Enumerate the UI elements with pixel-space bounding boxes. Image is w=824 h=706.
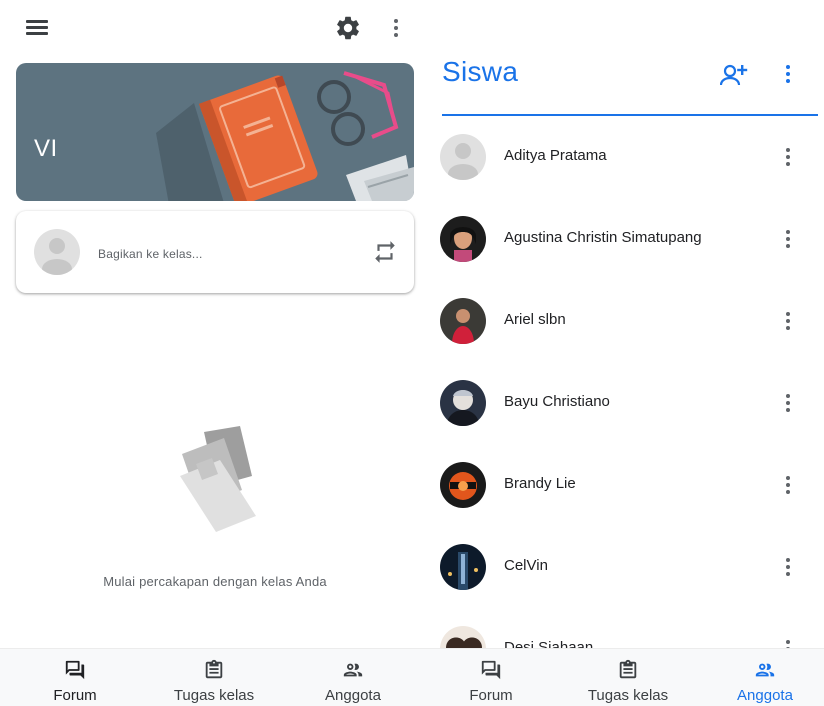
nav-people[interactable]: Anggota: [298, 649, 408, 706]
default-person-icon: [42, 238, 72, 275]
student-more-icon[interactable]: [780, 226, 796, 252]
forum-icon: [64, 659, 86, 681]
nav-label: Anggota: [737, 687, 793, 704]
empty-stream-icon: [160, 420, 270, 540]
more-options-icon[interactable]: [388, 16, 404, 40]
student-row[interactable]: Bayu Christiano: [430, 362, 824, 444]
student-name: Ariel slbn: [504, 311, 566, 328]
student-more-icon[interactable]: [780, 472, 796, 498]
student-name: Bayu Christiano: [504, 393, 610, 410]
classwork-icon: [203, 659, 225, 681]
nav-forum[interactable]: Forum: [436, 649, 546, 706]
student-row[interactable]: Aditya Pratama: [430, 116, 824, 198]
nav-label: Tugas kelas: [587, 687, 669, 704]
student-name: Agustina Christin Simatupang: [504, 229, 702, 246]
nav-people[interactable]: Anggota: [710, 649, 820, 706]
settings-gear-icon[interactable]: [334, 14, 362, 42]
nav-forum[interactable]: Forum: [20, 649, 130, 706]
people-icon: [342, 659, 364, 681]
student-row[interactable]: Agustina Christin Simatupang: [430, 198, 824, 280]
student-name: CelVin: [504, 557, 548, 574]
student-more-icon[interactable]: [780, 308, 796, 334]
nav-classwork[interactable]: Tugas kelas: [154, 649, 274, 706]
bottom-navigation: Forum Tugas kelas Anggota: [430, 648, 824, 706]
empty-state-text: Mulai percakapan dengan kelas Anda: [103, 574, 327, 589]
nav-label: Forum: [469, 687, 513, 704]
classwork-icon: [617, 659, 639, 681]
student-row[interactable]: CelVin: [430, 526, 824, 608]
students-section-title: Siswa: [442, 56, 519, 87]
top-app-bar: [0, 0, 430, 56]
share-placeholder[interactable]: Bagikan ke kelas...: [98, 247, 203, 261]
nav-label: Anggota: [325, 687, 381, 704]
class-name: VI: [34, 135, 58, 162]
student-more-icon[interactable]: [780, 554, 796, 580]
nav-label: Tugas kelas: [173, 687, 255, 704]
student-photo-avatar: [440, 298, 486, 344]
default-person-icon: [440, 134, 486, 180]
invite-student-icon[interactable]: [719, 62, 748, 88]
menu-icon[interactable]: [26, 20, 48, 36]
student-more-icon[interactable]: [780, 390, 796, 416]
student-row[interactable]: Ariel slbn: [430, 280, 824, 362]
class-stream-screen: VI Bagikan ke kelas... Mulai percakapan …: [0, 0, 430, 706]
more-options-icon[interactable]: [780, 62, 796, 86]
share-with-class-card[interactable]: Bagikan ke kelas...: [16, 211, 414, 293]
class-banner[interactable]: VI: [16, 63, 414, 201]
nav-label: Forum: [53, 687, 97, 704]
nav-classwork[interactable]: Tugas kelas: [568, 649, 688, 706]
people-screen: Siswa Aditya Pratama Agustina Christin S…: [430, 0, 824, 706]
student-name: Brandy Lie: [504, 475, 576, 492]
banner-illustration: [156, 71, 414, 201]
student-photo-avatar: [440, 544, 486, 590]
student-photo-avatar: [440, 462, 486, 508]
student-name: Aditya Pratama: [504, 147, 607, 164]
people-icon: [754, 659, 776, 681]
student-row[interactable]: Brandy Lie: [430, 444, 824, 526]
repost-icon[interactable]: [372, 239, 398, 265]
student-photo-avatar: [440, 216, 486, 262]
bottom-navigation: Forum Tugas kelas Anggota: [0, 648, 430, 706]
student-photo-avatar: [440, 380, 486, 426]
student-more-icon[interactable]: [780, 144, 796, 170]
forum-icon: [480, 659, 502, 681]
user-avatar: [34, 229, 80, 275]
